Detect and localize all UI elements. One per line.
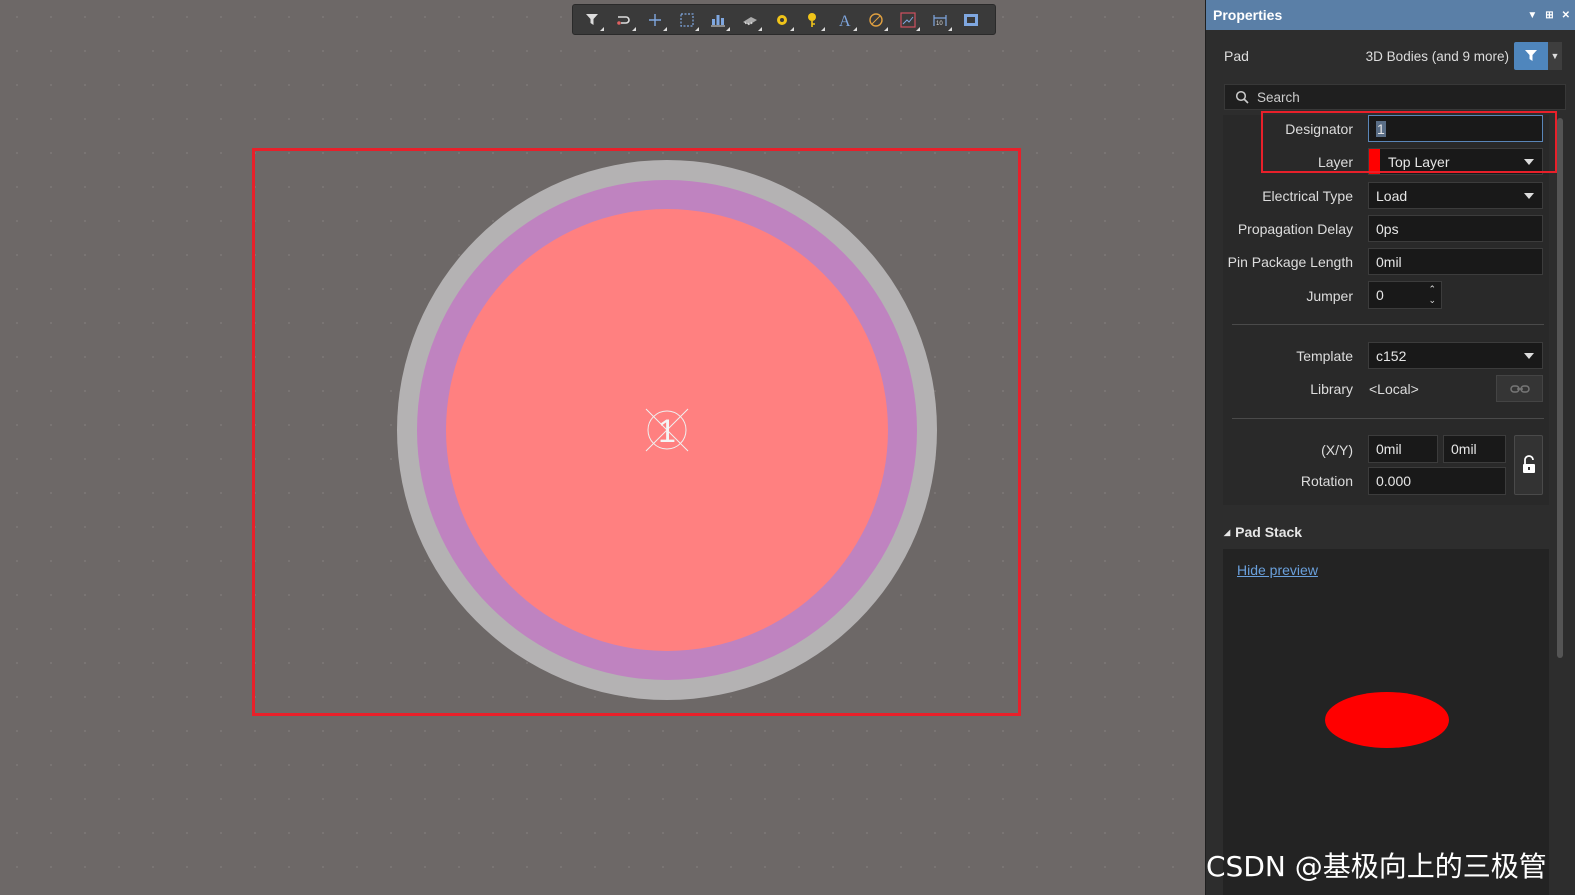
propagation-delay-value: 0ps bbox=[1376, 220, 1399, 237]
library-value: <Local> bbox=[1369, 381, 1419, 397]
highlight-box bbox=[1261, 111, 1557, 173]
panel-menu-icon[interactable]: ▼ bbox=[1527, 10, 1537, 21]
electrical-type-select[interactable]: Load bbox=[1368, 182, 1543, 209]
select-rect-icon[interactable] bbox=[674, 8, 700, 32]
search-placeholder: Search bbox=[1257, 89, 1300, 105]
x-field[interactable]: 0mil bbox=[1368, 435, 1438, 463]
route-icon[interactable] bbox=[611, 8, 637, 32]
pin-package-length-label: Pin Package Length bbox=[1227, 254, 1353, 270]
graph-icon[interactable] bbox=[895, 8, 921, 32]
library-label: Library bbox=[1310, 381, 1353, 397]
align-icon[interactable] bbox=[705, 8, 731, 32]
search-input[interactable]: Search bbox=[1224, 84, 1566, 110]
jumper-value: 0 bbox=[1376, 287, 1384, 303]
pad-stack-preview-graphic bbox=[1325, 692, 1449, 748]
rotation-value: 0.000 bbox=[1376, 473, 1412, 489]
pin-icon[interactable] bbox=[800, 8, 826, 32]
panel-pin-icon[interactable]: ⊞ bbox=[1545, 10, 1553, 21]
pad-stack-header[interactable]: ◢ Pad Stack bbox=[1224, 524, 1302, 540]
selection-summary: 3D Bodies (and 9 more) bbox=[1365, 48, 1509, 64]
panel-close-icon[interactable]: ✕ bbox=[1562, 10, 1570, 21]
zoom-icon[interactable] bbox=[958, 8, 984, 32]
electrical-type-label: Electrical Type bbox=[1262, 188, 1353, 204]
filter-dropdown-icon[interactable]: ▼ bbox=[1548, 42, 1562, 70]
x-value: 0mil bbox=[1376, 441, 1402, 457]
lock-button[interactable] bbox=[1514, 435, 1543, 495]
panel-title: Properties bbox=[1213, 7, 1283, 23]
chevron-down-icon bbox=[1524, 192, 1534, 199]
text-icon[interactable]: A bbox=[832, 8, 858, 32]
propagation-delay-field[interactable]: 0ps bbox=[1368, 215, 1543, 242]
stepper-down-icon[interactable]: ⌄ bbox=[1428, 295, 1436, 306]
xy-label: (X/Y) bbox=[1321, 442, 1353, 458]
dimension-icon[interactable]: 10 bbox=[927, 8, 953, 32]
link-icon bbox=[1509, 384, 1530, 393]
filter-icon bbox=[1525, 50, 1537, 61]
svg-text:A: A bbox=[839, 13, 851, 29]
library-link-button[interactable] bbox=[1496, 375, 1543, 402]
template-select[interactable]: c152 bbox=[1368, 342, 1543, 369]
y-value: 0mil bbox=[1451, 441, 1477, 457]
component-icon[interactable] bbox=[737, 8, 763, 32]
pad-stack-title: Pad Stack bbox=[1235, 524, 1303, 540]
divider bbox=[1232, 324, 1544, 325]
pin-package-length-value: 0mil bbox=[1376, 253, 1402, 270]
y-field[interactable]: 0mil bbox=[1443, 435, 1506, 463]
divider bbox=[1232, 418, 1544, 419]
panel-header: Properties ▼ ⊞ ✕ bbox=[1206, 0, 1575, 30]
via-icon[interactable] bbox=[769, 8, 795, 32]
collapse-triangle-icon: ◢ bbox=[1224, 527, 1231, 537]
template-value: c152 bbox=[1376, 347, 1407, 364]
jumper-stepper[interactable]: 0 ⌃ ⌄ bbox=[1368, 281, 1442, 309]
arc-icon[interactable] bbox=[863, 8, 889, 32]
cross-icon[interactable] bbox=[642, 8, 668, 32]
unlock-icon bbox=[1522, 455, 1535, 473]
hide-preview-link[interactable]: Hide preview bbox=[1237, 562, 1318, 578]
template-label: Template bbox=[1296, 348, 1353, 364]
pad-designator-label: 1 bbox=[658, 413, 676, 449]
selection-row: Pad 3D Bodies (and 9 more) ▼ bbox=[1206, 30, 1575, 82]
search-icon bbox=[1235, 90, 1249, 104]
pin-package-length-field[interactable]: 0mil bbox=[1368, 248, 1543, 275]
svg-text:10: 10 bbox=[936, 21, 943, 27]
jumper-label: Jumper bbox=[1306, 288, 1353, 304]
active-bar-toolbar: A 10 bbox=[572, 4, 996, 35]
pad-stack-preview: Hide preview bbox=[1223, 549, 1549, 895]
object-type: Pad bbox=[1224, 48, 1249, 64]
selection-filter-button[interactable] bbox=[1514, 42, 1548, 70]
rotation-label: Rotation bbox=[1300, 473, 1353, 489]
propagation-delay-label: Propagation Delay bbox=[1237, 221, 1353, 237]
rotation-field[interactable]: 0.000 bbox=[1368, 467, 1506, 495]
filter-icon[interactable] bbox=[579, 8, 605, 32]
electrical-type-value: Load bbox=[1376, 187, 1408, 204]
pad-graphic[interactable]: 1 bbox=[395, 158, 940, 703]
panel-scrollbar[interactable] bbox=[1557, 118, 1563, 658]
watermark-text: CSDN @基极向上的三极管 bbox=[1206, 850, 1547, 883]
chevron-down-icon bbox=[1524, 352, 1534, 359]
stepper-up-icon[interactable]: ⌃ bbox=[1428, 284, 1436, 295]
